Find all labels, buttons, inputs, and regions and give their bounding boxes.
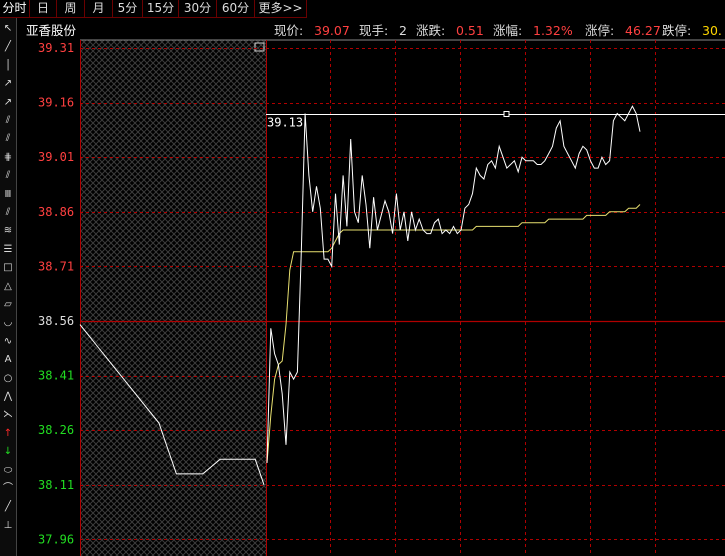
y-tick-label-3: 38.86 [38, 205, 74, 219]
quote-header: 亚香股份 现价: 39.07 现手: 2 涨跌: 0.51 涨幅: 1.32% 涨停: 46.27… [26, 23, 722, 38]
y-tick-label-6: 38.41 [38, 369, 74, 383]
header-label-2: 涨跌: [416, 23, 445, 38]
header-label-1: 现手: [359, 23, 388, 38]
y-tick-label-0: 39.31 [38, 41, 74, 55]
y-tick-label-8: 38.11 [38, 478, 74, 492]
y-tick-label-9: 37.96 [38, 532, 74, 546]
header-value-4: 46.27 [625, 23, 661, 38]
header-label-4: 涨停: [585, 23, 614, 38]
y-tick-label-5: 38.56 [38, 314, 74, 328]
high-marker-handle[interactable] [503, 111, 510, 117]
header-value-0: 39.07 [314, 23, 350, 38]
y-tick-label-2: 39.01 [38, 150, 74, 164]
header-label-5: 跌停: [662, 23, 691, 38]
stock-name: 亚香股份 [26, 23, 77, 38]
y-tick-label-4: 38.71 [38, 259, 74, 273]
header-label-0: 现价: [274, 23, 303, 38]
y-tick-label-7: 38.26 [38, 423, 74, 437]
header-value-3: 1.32% [533, 23, 573, 38]
high-value-label: 39.13 [267, 116, 303, 130]
trading-area [266, 40, 725, 556]
pre-market-area [80, 40, 266, 556]
header-value-1: 2 [399, 23, 407, 38]
header-label-3: 涨幅: [493, 23, 522, 38]
header-value-2: 0.51 [456, 23, 484, 38]
header-value-5: 30. [702, 23, 722, 38]
y-tick-label-1: 39.16 [38, 96, 74, 110]
intraday-chart[interactable]: 亚香股份 现价: 39.07 现手: 2 涨跌: 0.51 涨幅: 1.32% 涨停: 46.27… [0, 0, 725, 556]
